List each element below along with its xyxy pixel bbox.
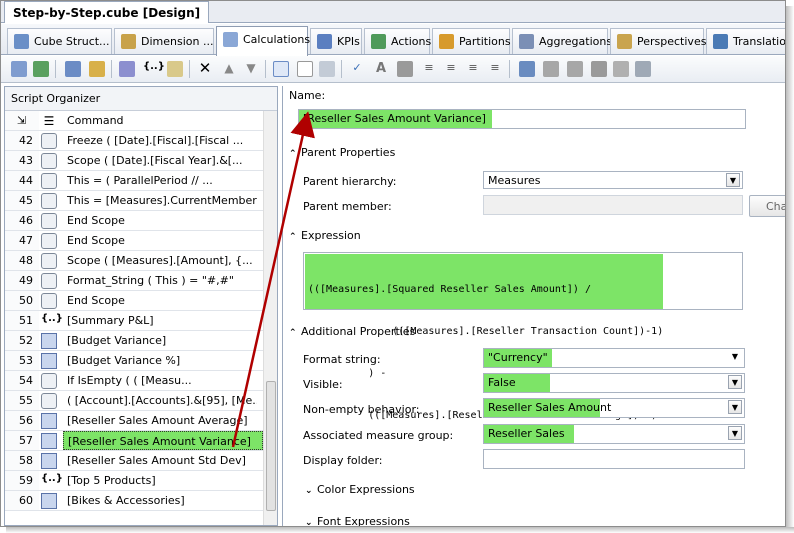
annotation-arrow: [231, 111, 315, 448]
window: Step-by-Step.cube [Design] Cube Struct..…: [0, 0, 786, 527]
